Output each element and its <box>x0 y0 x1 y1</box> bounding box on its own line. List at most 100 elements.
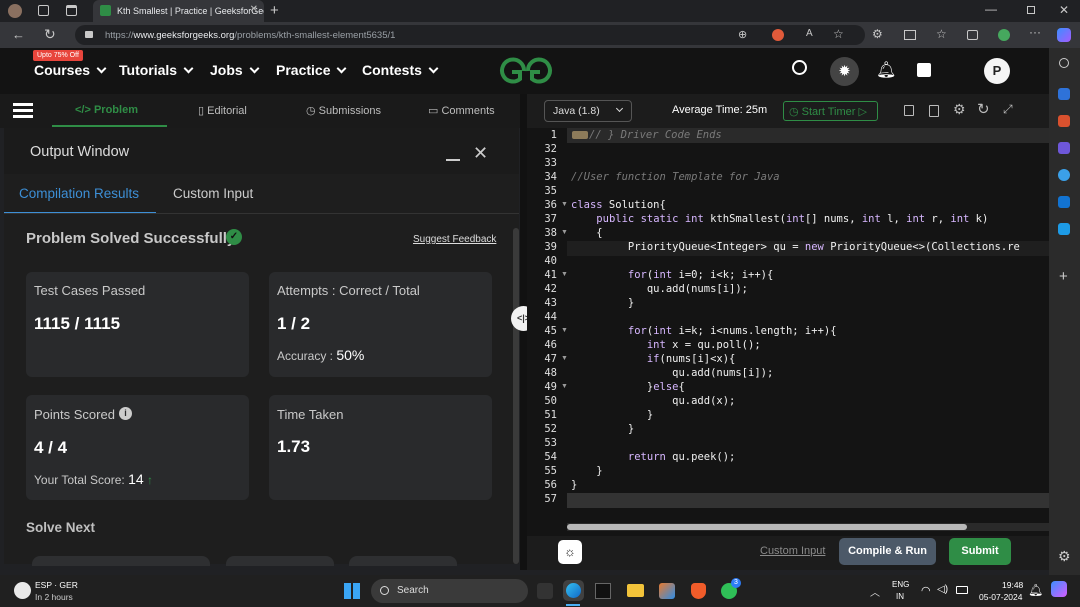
minimize-output-icon[interactable] <box>446 159 460 161</box>
code-editor[interactable]: 1 // } Driver Code Ends 32 33 34 //User funct… <box>527 128 1049 536</box>
minimize-icon[interactable]: — <box>985 2 997 16</box>
back-icon[interactable]: ← <box>12 27 25 42</box>
code-line[interactable]: PriorityQueue<Integer> qu = new Priority… <box>571 241 1020 253</box>
volume-icon[interactable]: ◁) <box>937 584 948 595</box>
tab-actions-icon[interactable] <box>66 5 77 16</box>
notifications-bell-icon[interactable]: 🔔︎ <box>1028 583 1043 597</box>
bell-icon[interactable]: 🔔︎ <box>876 60 896 80</box>
tools-icon[interactable] <box>1058 115 1070 127</box>
refresh-icon[interactable]: ↻ <box>44 26 56 43</box>
compile-run-button[interactable]: Compile & Run <box>839 538 936 565</box>
active-tab[interactable]: Kth Smallest | Practice | GeeksforGeeks … <box>93 0 264 22</box>
games-icon[interactable] <box>1058 142 1070 154</box>
brave-icon[interactable] <box>691 583 706 599</box>
horizontal-scrollbar-thumb[interactable] <box>567 524 967 530</box>
nav-tutorials[interactable]: Tutorials <box>119 62 194 78</box>
nav-contests[interactable]: Contests <box>362 62 439 78</box>
new-tab-icon[interactable]: + <box>270 2 279 19</box>
more-menu-icon[interactable]: ··· <box>1029 25 1041 39</box>
next-problem-chip[interactable] <box>32 556 210 566</box>
translate-icon[interactable] <box>917 63 931 77</box>
outlook-icon[interactable] <box>1058 196 1070 208</box>
code-line[interactable]: public static int kthSmallest(int[] nums… <box>571 213 988 225</box>
nav-courses[interactable]: Courses <box>34 62 107 78</box>
edge-icon[interactable] <box>563 580 584 601</box>
shield-extension-icon[interactable] <box>772 29 784 41</box>
favorite-icon[interactable]: ☆ <box>833 27 844 41</box>
code-line[interactable]: for(int i=0; i<k; i++){ <box>571 269 773 281</box>
chevron-up-icon[interactable]: ︿ <box>870 584 880 599</box>
weather-icon[interactable] <box>14 582 31 599</box>
code-line[interactable]: } <box>571 465 602 477</box>
code-line[interactable]: } <box>571 423 634 435</box>
code-line[interactable]: } <box>571 297 634 309</box>
start-icon[interactable] <box>344 583 360 599</box>
code-line[interactable]: class Solution{ <box>571 199 666 211</box>
fullscreen-icon[interactable]: ⤢ <box>1003 102 1013 117</box>
settings-icon[interactable]: ⚙ <box>1058 548 1071 565</box>
fold-chevron-icon[interactable]: ▼ <box>561 327 568 334</box>
next-problem-chip[interactable] <box>349 556 457 566</box>
add-icon[interactable]: + <box>1059 268 1068 285</box>
profile-avatar[interactable] <box>8 4 22 18</box>
fold-marker-icon[interactable] <box>572 131 588 139</box>
output-scrollbar[interactable] <box>513 228 519 564</box>
games-extension-icon[interactable] <box>998 29 1010 41</box>
upload-file-icon[interactable] <box>929 105 939 117</box>
shopping-icon[interactable] <box>1058 88 1070 100</box>
nav-jobs[interactable]: Jobs <box>210 62 260 78</box>
suggest-feedback-link[interactable]: Suggest Feedback <box>413 234 496 245</box>
code-line[interactable]: } <box>571 479 577 491</box>
copy-icon[interactable] <box>904 105 914 116</box>
fold-chevron-icon[interactable]: ▼ <box>561 201 568 208</box>
code-line[interactable]: { <box>571 227 602 239</box>
tab-custom-input[interactable]: Custom Input <box>173 186 253 201</box>
photos-icon[interactable] <box>659 583 675 599</box>
code-line[interactable]: //User function Template for Java <box>571 171 780 183</box>
code-line[interactable]: }else{ <box>571 381 685 393</box>
taskbar-search[interactable]: Search <box>371 579 528 603</box>
split-screen-icon[interactable] <box>904 30 916 40</box>
read-aloud-icon[interactable]: A <box>806 28 813 39</box>
code-line[interactable]: } <box>571 409 653 421</box>
code-line[interactable]: for(int i=k; i<nums.length; i++){ <box>571 325 837 337</box>
close-output-icon[interactable]: ✕ <box>473 143 488 164</box>
info-icon[interactable]: i <box>119 407 132 420</box>
copilot-icon[interactable] <box>1058 169 1070 181</box>
custom-input-link[interactable]: Custom Input <box>760 545 825 557</box>
reset-icon[interactable]: ↻ <box>977 100 990 118</box>
fold-chevron-icon[interactable]: ▼ <box>561 383 568 390</box>
clock-date[interactable]: 05-07-2024 <box>979 592 1022 602</box>
fold-chevron-icon[interactable]: ▼ <box>561 355 568 362</box>
nav-practice[interactable]: Practice <box>276 62 347 78</box>
restore-icon[interactable] <box>1027 6 1035 14</box>
avatar[interactable]: P <box>984 58 1010 84</box>
terminal-icon[interactable] <box>595 583 611 599</box>
lock-icon[interactable] <box>85 31 93 38</box>
next-problem-chip[interactable] <box>226 556 334 566</box>
hint-lightbulb-button[interactable]: ☼ <box>558 540 582 564</box>
theme-toggle-button[interactable]: ✹ <box>830 57 859 86</box>
submit-button[interactable]: Submit <box>949 538 1011 565</box>
lang-bottom[interactable]: IN <box>896 592 904 601</box>
hamburger-menu-icon[interactable] <box>13 103 33 118</box>
close-tab-icon[interactable]: ✕ <box>250 4 258 15</box>
favorites-bar-icon[interactable]: ☆ <box>936 27 947 41</box>
search-icon[interactable] <box>1059 58 1069 68</box>
horizontal-scrollbar[interactable] <box>567 523 1049 531</box>
zoom-icon[interactable]: ⊕ <box>738 28 747 41</box>
settings-icon[interactable]: ⚙ <box>953 101 966 118</box>
code-line[interactable]: // } Driver Code Ends <box>589 129 722 141</box>
lang-top[interactable]: ENG <box>892 580 909 589</box>
code-line[interactable]: return qu.peek(); <box>571 451 735 463</box>
collections-icon[interactable] <box>967 30 978 40</box>
copilot-taskbar-icon[interactable] <box>1051 581 1067 597</box>
code-line[interactable]: qu.add(x); <box>571 395 735 407</box>
send-icon[interactable] <box>1058 223 1070 235</box>
fold-chevron-icon[interactable]: ▼ <box>561 271 568 278</box>
workspaces-icon[interactable] <box>38 5 49 16</box>
clock-time[interactable]: 19:48 <box>1002 580 1023 590</box>
search-icon[interactable] <box>792 60 807 75</box>
code-line[interactable]: if(nums[i]<x){ <box>571 353 736 365</box>
tab-submissions[interactable]: ◷ Submissions <box>306 104 381 117</box>
